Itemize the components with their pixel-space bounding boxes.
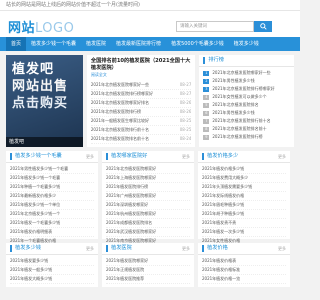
- list-item[interactable]: 2021年眉毛种植多少钱: [202, 201, 286, 210]
- list-item[interactable]: 2021年北京植发医院哪家好排名 08-26: [90, 99, 192, 108]
- list-item[interactable]: 2021年植发多少钱一个毛囊: [10, 174, 94, 183]
- headline-title[interactable]: 全国排名前10的植发医院（2021全国十大植发医院）: [91, 58, 192, 72]
- search-input[interactable]: 请输入关键词: [176, 21, 254, 32]
- list-item[interactable]: 2021年武汉植发医院哪家好: [106, 228, 190, 237]
- rank-item[interactable]: 9 2021年北京植发医院排行榜: [203, 133, 290, 141]
- list-item[interactable]: 2021年男性植发多少钱一个毛囊: [10, 165, 94, 174]
- rank-item[interactable]: 2 2021年男性植发多少钱: [203, 77, 290, 85]
- list-item[interactable]: 2021年植发医院推荐: [106, 275, 190, 284]
- list-item[interactable]: 2021年北京植发医院排名前十名 08-24: [90, 135, 192, 144]
- banner-line-1: 植发吧: [12, 62, 55, 77]
- list-item[interactable]: 2021年一般植发医生哪家比较好 08-25: [90, 117, 192, 126]
- nav-item-5000-follicles[interactable]: 植发5000个毛囊多少钱: [166, 37, 229, 51]
- section-cost: 植发多少钱 更多 2021年植发要多少钱 2021年植发一般多少钱 2021年植发…: [6, 243, 98, 287]
- rank-panel: 排行榜 1 2021年北京植发医院哪家好一些 2 2021年男性植发多少钱 3 202…: [199, 55, 294, 147]
- more-link[interactable]: 更多: [86, 246, 94, 252]
- nav-item-ranking[interactable]: 植发最新医院排行榜: [111, 37, 166, 51]
- nav-item-cost-per-follicle[interactable]: 植发多少钱一个毛囊: [26, 37, 81, 51]
- section-cost-per-follicle: 植发多少钱一个毛囊 更多 2021年男性植发多少钱一个毛囊 2021年植发多少钱一…: [6, 151, 98, 246]
- list-item[interactable]: 2021年植发价格明细表: [10, 228, 94, 237]
- top-bar: 站长的网站是网站上线后的网站价值不超过一个月(流量时间): [0, 0, 300, 11]
- more-link[interactable]: 更多: [182, 246, 190, 252]
- list-item[interactable]: 2021年植发价格标准: [202, 266, 286, 275]
- banner-image[interactable]: 植发吧 网站出售 点击购买 植发吧: [6, 55, 83, 147]
- list-item[interactable]: 2021年广州植发医院哪家好: [106, 192, 190, 201]
- list-item[interactable]: 2021年正规植发医院: [106, 266, 190, 275]
- section-price: 植发价格多少 更多 2021年植发价格多少钱 2021年植发费用大概多少 2021…: [198, 151, 290, 246]
- list-item[interactable]: 2021年植发一个毛囊多少钱: [10, 219, 94, 228]
- list-item[interactable]: 2021年植发一次多少钱: [202, 228, 286, 237]
- list-item[interactable]: 2021年植发费用大概多少: [202, 174, 286, 183]
- logo-main: 网站: [8, 21, 36, 36]
- nav-item-hospital[interactable]: 植发医院: [81, 37, 111, 51]
- rank-item[interactable]: 5 2021年北京植发医院排名: [203, 101, 290, 109]
- rank-item[interactable]: 6 2021年男性植发多少钱: [203, 109, 290, 117]
- list-item[interactable]: 2021年北京植发医院哪家好: [106, 165, 190, 174]
- list-item[interactable]: 2021年成都植发医院排名: [106, 219, 190, 228]
- list-item[interactable]: 2021年北京植发医院排行榜 08-26: [90, 108, 192, 117]
- list-item[interactable]: 2021年植发价格多少钱: [202, 165, 286, 174]
- list-item[interactable]: 2021年最新植发价格多少: [10, 192, 94, 201]
- list-item[interactable]: 2021年北京植发医院排行榜哪家好 08-27: [90, 90, 192, 99]
- list-item[interactable]: 2021年植发要多少钱: [10, 257, 94, 266]
- banner-line-3: 点击购买: [12, 96, 69, 111]
- nav-item-cost[interactable]: 植发多少钱: [229, 37, 264, 51]
- list-item[interactable]: 2021年植发价格表: [202, 257, 286, 266]
- nav-item-home[interactable]: 首页: [6, 37, 27, 51]
- rank-item[interactable]: 4 2021年女性植发可以做多少个: [203, 93, 290, 101]
- banner-line-2: 网站出售: [12, 79, 69, 94]
- search-icon: [259, 23, 267, 30]
- read-more-link[interactable]: 阅读全文: [91, 72, 192, 78]
- more-link[interactable]: 更多: [182, 154, 190, 160]
- list-item[interactable]: 2021年植发大概多少钱: [10, 275, 94, 284]
- logo-sub: LOGO: [35, 21, 75, 36]
- search-button[interactable]: [254, 21, 272, 32]
- list-item[interactable]: 2021年胡子种植多少钱: [202, 210, 286, 219]
- headline-panel: 全国排名前10的植发医院（2021全国十大植发医院） 阅读全文 2021年北京植…: [86, 55, 196, 147]
- list-item[interactable]: 2021年植发医院排行榜: [106, 183, 190, 192]
- list-item[interactable]: 2021年植发一般多少钱: [10, 266, 94, 275]
- main-nav: 首页 植发多少钱一个毛囊 植发医院 植发最新医院排行榜 植发5000个毛囊多少钱…: [0, 37, 300, 51]
- list-item[interactable]: 2021年杭州植发医院哪家好: [106, 210, 190, 219]
- list-item[interactable]: 2021年北京植发医院哪家好一些 08-27: [90, 81, 192, 90]
- list-item[interactable]: 2021年种植一个毛囊多少钱: [10, 183, 94, 192]
- list-item[interactable]: 2021年植发贵不贵: [202, 219, 286, 228]
- list-item[interactable]: 2021年发际线植发价格: [202, 192, 286, 201]
- rank-item[interactable]: 7 2021年北京植发医院排行前十名: [203, 117, 290, 125]
- more-link[interactable]: 更多: [86, 154, 94, 160]
- section-hospital: 植发医院 更多 2021年植发医院哪家好 2021年正规植发医院 2021年植发医…: [102, 243, 194, 287]
- more-link[interactable]: 更多: [278, 154, 286, 160]
- section-which-hospital: 植发哪家医院好 更多 2021年北京植发医院哪家好 2021年上海植发医院哪家好 …: [102, 151, 194, 246]
- header: 网站LOGO 请输入关键词: [0, 11, 300, 37]
- rank-item[interactable]: 1 2021年北京植发医院哪家好一些: [203, 69, 290, 77]
- list-item[interactable]: 2021年植发价格一览: [202, 275, 286, 284]
- list-item[interactable]: 2021年深圳植发哪家好: [106, 201, 190, 210]
- banner-caption: 植发吧: [6, 137, 83, 147]
- rank-item[interactable]: 3 2021年北京植发医院排行榜哪家好: [203, 85, 290, 93]
- list-item[interactable]: 2021年头顶植发需要多少钱: [202, 183, 286, 192]
- rank-item[interactable]: 8 2021年北京植发医院排名前十: [203, 125, 290, 133]
- site-logo[interactable]: 网站LOGO: [8, 17, 74, 36]
- list-item[interactable]: 2021年上海植发医院哪家好: [106, 174, 190, 183]
- more-link[interactable]: 更多: [278, 246, 286, 252]
- list-item[interactable]: 2021年北京植发多少钱一个: [10, 210, 94, 219]
- list-item[interactable]: 2021年北京植发医院排行前十名 08-25: [90, 126, 192, 135]
- rank-title: 排行榜: [203, 57, 224, 64]
- section-price-2: 植发价格 更多 2021年植发价格表 2021年植发价格标准 2021年植发价格一…: [198, 243, 290, 287]
- list-item[interactable]: 2021年植发多少钱一个单位: [10, 201, 94, 210]
- list-item[interactable]: 2021年植发医院哪家好: [106, 257, 190, 266]
- headline-list: 2021年北京植发医院哪家好一些 08-27 2021年北京植发医院排行榜哪家好 0…: [90, 81, 192, 144]
- top-bar-text: 站长的网站是网站上线后的网站价值不超过一个月(流量时间): [6, 2, 140, 8]
- rank-list: 1 2021年北京植发医院哪家好一些 2 2021年男性植发多少钱 3 2021年北京…: [199, 67, 294, 143]
